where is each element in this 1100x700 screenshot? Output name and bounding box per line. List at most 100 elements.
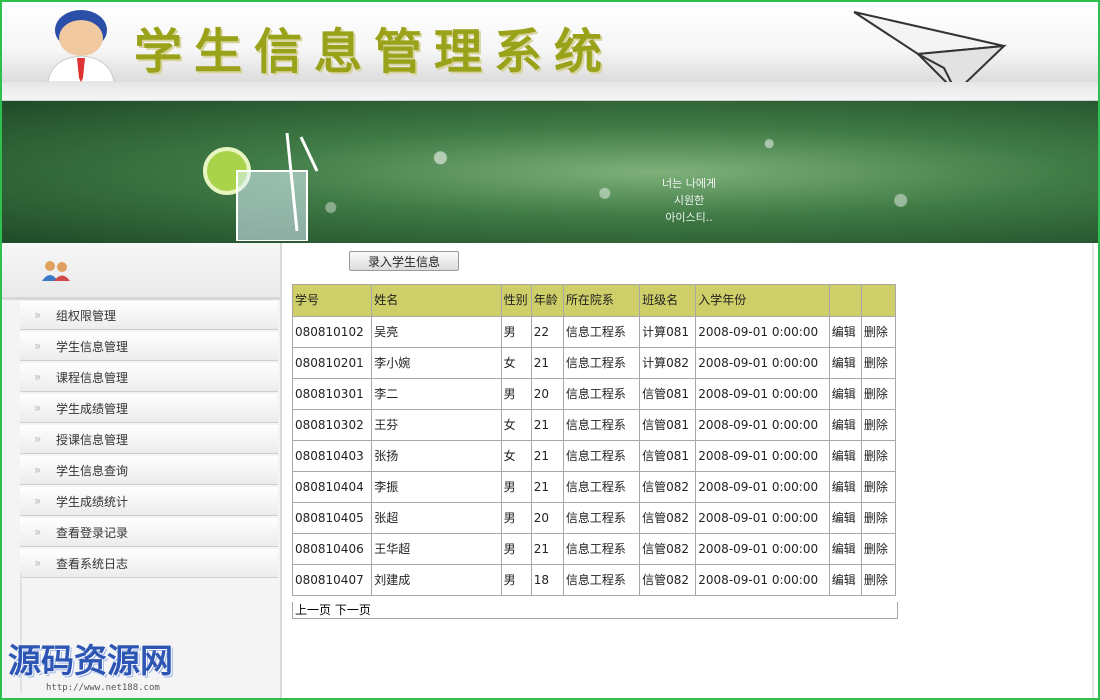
- header-strip: [2, 82, 1098, 101]
- chevron-right-icon: »: [34, 432, 42, 446]
- edit-link[interactable]: 编辑: [828, 564, 862, 596]
- cell-gender: 男: [500, 378, 532, 410]
- sidebar-item-course-info[interactable]: » 课程信息管理: [20, 363, 278, 392]
- cell-age: 20: [530, 502, 564, 534]
- chevron-right-icon: »: [34, 556, 42, 570]
- sidebar-item-login-records[interactable]: » 查看登录记录: [20, 518, 278, 547]
- delete-link[interactable]: 删除: [860, 533, 897, 565]
- delete-link[interactable]: 删除: [860, 409, 897, 441]
- cell-enroll-year: 2008-09-01 0:00:00: [695, 564, 830, 596]
- app-frame: 学生信息管理系统 너는 나에게 시원한 아이스티.. » 组权限管理 » 学生信…: [0, 0, 1100, 700]
- sidebar-item-system-log[interactable]: » 查看系统日志: [20, 549, 278, 578]
- add-student-button[interactable]: 录入学生信息: [349, 251, 459, 271]
- banner-image: 너는 나에게 시원한 아이스티..: [2, 101, 1098, 243]
- edit-link[interactable]: 编辑: [828, 502, 862, 534]
- cell-enroll-year: 2008-09-01 0:00:00: [695, 471, 830, 503]
- chevron-right-icon: »: [34, 308, 42, 322]
- chevron-right-icon: »: [34, 494, 42, 508]
- users-icon: [42, 261, 70, 281]
- edit-link[interactable]: 编辑: [828, 378, 862, 410]
- col-header-name: 姓名: [371, 284, 502, 317]
- table-header-row: 学号 姓名 性别 年龄 所在院系 班级名 入学年份: [291, 284, 897, 317]
- pagination: 上一页 下一页: [292, 602, 898, 619]
- cell-dept: 信息工程系: [562, 564, 641, 596]
- cell-class: 计算082: [639, 347, 697, 379]
- prev-page-link[interactable]: 上一页: [295, 603, 331, 617]
- cell-age: 22: [530, 316, 564, 348]
- cell-student-id: 080810301: [291, 378, 373, 410]
- col-header-dept: 所在院系: [562, 284, 641, 317]
- cell-gender: 男: [500, 564, 532, 596]
- edit-link[interactable]: 编辑: [828, 440, 862, 472]
- table-row: 080810102 吴亮男 22 信息工程系 计算081 2008-09-01 0:00:…: [291, 316, 897, 348]
- table-row: 080810201 李小婉女 21 信息工程系 计算082 2008-09-01 0:00…: [291, 347, 897, 379]
- edit-link[interactable]: 编辑: [828, 409, 862, 441]
- chevron-right-icon: »: [34, 463, 42, 477]
- delete-link[interactable]: 删除: [860, 564, 897, 596]
- table-row: 080810302 王芬女 21 信息工程系 信管081 2008-09-01 0:00:…: [291, 409, 897, 441]
- table-body: 080810102 吴亮男 22 信息工程系 计算081 2008-09-01 0:00:…: [291, 316, 897, 596]
- cell-gender: 男: [500, 502, 532, 534]
- cell-gender: 男: [500, 533, 532, 565]
- col-header-id: 学号: [291, 284, 373, 317]
- table-row: 080810301 李二男 20 信息工程系 信管081 2008-09-01 0:00:…: [291, 378, 897, 410]
- edit-link[interactable]: 编辑: [828, 471, 862, 503]
- right-divider: [1092, 243, 1094, 698]
- cell-dept: 信息工程系: [562, 502, 641, 534]
- delete-link[interactable]: 删除: [860, 440, 897, 472]
- chevron-right-icon: »: [34, 401, 42, 415]
- cell-enroll-year: 2008-09-01 0:00:00: [695, 316, 830, 348]
- cell-name: 张扬: [371, 440, 502, 472]
- delete-link[interactable]: 删除: [860, 316, 897, 348]
- user-avatar-icon: [47, 10, 115, 82]
- sidebar-item-student-query[interactable]: » 学生信息查询: [20, 456, 278, 485]
- next-page-link[interactable]: 下一页: [335, 603, 371, 617]
- cell-student-id: 080810201: [291, 347, 373, 379]
- delete-link[interactable]: 删除: [860, 471, 897, 503]
- col-header-class: 班级名: [639, 284, 697, 317]
- cell-class: 信管081: [639, 409, 697, 441]
- cell-class: 信管081: [639, 378, 697, 410]
- sidebar-item-label: 学生信息查询: [56, 463, 129, 478]
- col-header-delete: [860, 284, 897, 317]
- cell-age: 18: [530, 564, 564, 596]
- sidebar-item-student-info[interactable]: » 学生信息管理: [20, 332, 278, 361]
- cell-student-id: 080810406: [291, 533, 373, 565]
- cell-enroll-year: 2008-09-01 0:00:00: [695, 409, 830, 441]
- edit-link[interactable]: 编辑: [828, 316, 862, 348]
- cell-name: 李振: [371, 471, 502, 503]
- sidebar-item-label: 查看系统日志: [56, 556, 129, 571]
- delete-link[interactable]: 删除: [860, 502, 897, 534]
- cell-age: 21: [530, 471, 564, 503]
- cell-student-id: 080810403: [291, 440, 373, 472]
- cell-age: 20: [530, 378, 564, 410]
- sidebar-item-grade-stats[interactable]: » 学生成绩统计: [20, 487, 278, 516]
- sidebar-item-label: 学生信息管理: [56, 339, 129, 354]
- delete-link[interactable]: 删除: [860, 378, 897, 410]
- col-header-year: 入学年份: [695, 284, 830, 317]
- cell-age: 21: [530, 533, 564, 565]
- sidebar-item-label: 课程信息管理: [56, 370, 129, 385]
- cell-dept: 信息工程系: [562, 347, 641, 379]
- cell-student-id: 080810407: [291, 564, 373, 596]
- cell-name: 刘建成: [371, 564, 502, 596]
- sidebar-item-grades[interactable]: » 学生成绩管理: [20, 394, 278, 423]
- cocktail-glass-icon: [203, 132, 319, 241]
- table-row: 080810403 张扬女 21 信息工程系 信管081 2008-09-01 0:00:…: [291, 440, 897, 472]
- cell-student-id: 080810405: [291, 502, 373, 534]
- delete-link[interactable]: 删除: [860, 347, 897, 379]
- cell-name: 李小婉: [371, 347, 502, 379]
- cell-class: 信管081: [639, 440, 697, 472]
- student-table: 学号 姓名 性别 年龄 所在院系 班级名 入学年份 080810102 吴亮男 22…: [291, 284, 897, 596]
- watermark-url: http://www.net188.com: [46, 683, 160, 693]
- cell-gender: 女: [500, 440, 532, 472]
- sidebar-item-group-permissions[interactable]: » 组权限管理: [20, 301, 278, 330]
- cell-class: 信管082: [639, 502, 697, 534]
- edit-link[interactable]: 编辑: [828, 347, 862, 379]
- sidebar-item-teaching-info[interactable]: » 授课信息管理: [20, 425, 278, 454]
- cell-age: 21: [530, 347, 564, 379]
- cell-enroll-year: 2008-09-01 0:00:00: [695, 347, 830, 379]
- edit-link[interactable]: 编辑: [828, 533, 862, 565]
- header: 学生信息管理系统: [2, 2, 1098, 94]
- sidebar: » 组权限管理 » 学生信息管理 » 课程信息管理 » 学生成绩管理 » 授课信息管理 »…: [2, 243, 282, 698]
